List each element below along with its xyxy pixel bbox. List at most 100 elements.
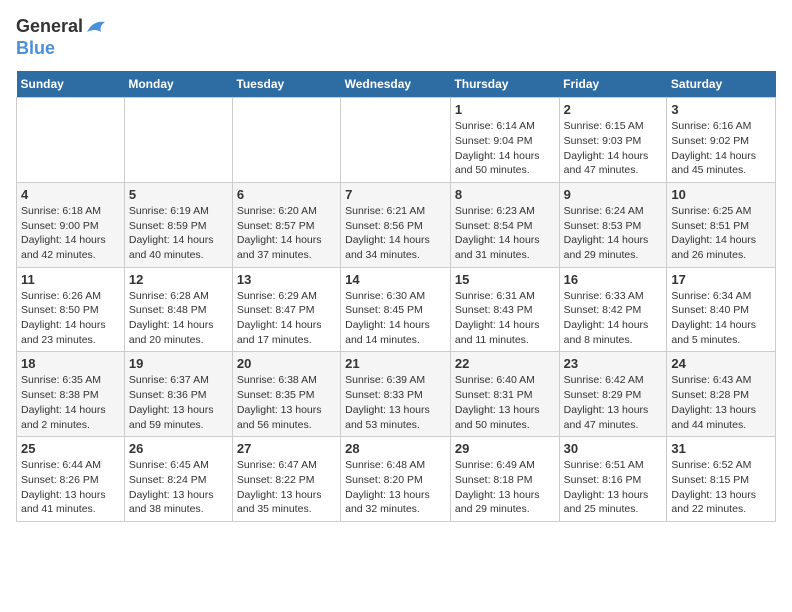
- day-cell-21: 21 Sunrise: 6:39 AMSunset: 8:33 PMDayligh…: [341, 352, 451, 437]
- day-info: Sunrise: 6:20 AMSunset: 8:57 PMDaylight:…: [237, 204, 336, 263]
- day-cell-20: 20 Sunrise: 6:38 AMSunset: 8:35 PMDayligh…: [232, 352, 340, 437]
- day-number: 24: [671, 356, 771, 371]
- day-cell-1: 1 Sunrise: 6:14 AMSunset: 9:04 PMDaylight…: [450, 98, 559, 183]
- day-info: Sunrise: 6:44 AMSunset: 8:26 PMDaylight:…: [21, 458, 120, 517]
- day-number: 29: [455, 441, 555, 456]
- weekday-header-tuesday: Tuesday: [232, 71, 340, 98]
- day-number: 30: [564, 441, 663, 456]
- day-info: Sunrise: 6:39 AMSunset: 8:33 PMDaylight:…: [345, 373, 446, 432]
- day-cell-16: 16 Sunrise: 6:33 AMSunset: 8:42 PMDayligh…: [559, 267, 667, 352]
- day-number: 13: [237, 272, 336, 287]
- week-row-3: 11 Sunrise: 6:26 AMSunset: 8:50 PMDayligh…: [17, 267, 776, 352]
- day-cell-12: 12 Sunrise: 6:28 AMSunset: 8:48 PMDayligh…: [124, 267, 232, 352]
- day-info: Sunrise: 6:49 AMSunset: 8:18 PMDaylight:…: [455, 458, 555, 517]
- day-number: 4: [21, 187, 120, 202]
- day-number: 31: [671, 441, 771, 456]
- day-number: 6: [237, 187, 336, 202]
- day-cell-15: 15Sunrise: 6:31 AMSunset: 8:43 PMDayligh…: [450, 267, 559, 352]
- day-number: 3: [671, 102, 771, 117]
- day-info: Sunrise: 6:38 AMSunset: 8:35 PMDaylight:…: [237, 373, 336, 432]
- day-info: Sunrise: 6:14 AMSunset: 9:04 PMDaylight:…: [455, 119, 555, 178]
- day-number: 19: [129, 356, 228, 371]
- day-cell-31: 31 Sunrise: 6:52 AMSunset: 8:15 PMDayligh…: [667, 437, 776, 522]
- day-number: 11: [21, 272, 120, 287]
- day-info: Sunrise: 6:16 AMSunset: 9:02 PMDaylight:…: [671, 119, 771, 178]
- day-info: Sunrise: 6:34 AMSunset: 8:40 PMDaylight:…: [671, 289, 771, 348]
- day-info: Sunrise: 6:26 AMSunset: 8:50 PMDaylight:…: [21, 289, 120, 348]
- logo-blue: Blue: [16, 38, 107, 60]
- empty-cell: [17, 98, 125, 183]
- logo: General Blue: [16, 16, 107, 59]
- day-info: Sunrise: 6:29 AMSunset: 8:47 PMDaylight:…: [237, 289, 336, 348]
- day-number: 5: [129, 187, 228, 202]
- day-number: 20: [237, 356, 336, 371]
- day-cell-3: 3 Sunrise: 6:16 AMSunset: 9:02 PMDaylight…: [667, 98, 776, 183]
- day-info: Sunrise: 6:47 AMSunset: 8:22 PMDaylight:…: [237, 458, 336, 517]
- day-cell-19: 19 Sunrise: 6:37 AMSunset: 8:36 PMDayligh…: [124, 352, 232, 437]
- day-cell-10: 10Sunrise: 6:25 AMSunset: 8:51 PMDayligh…: [667, 182, 776, 267]
- calendar-table: SundayMondayTuesdayWednesdayThursdayFrid…: [16, 71, 776, 522]
- day-cell-2: 2 Sunrise: 6:15 AMSunset: 9:03 PMDaylight…: [559, 98, 667, 183]
- logo-general: General: [16, 16, 83, 38]
- weekday-header-sunday: Sunday: [17, 71, 125, 98]
- day-cell-17: 17 Sunrise: 6:34 AMSunset: 8:40 PMDayligh…: [667, 267, 776, 352]
- day-number: 8: [455, 187, 555, 202]
- day-cell-6: 6 Sunrise: 6:20 AMSunset: 8:57 PMDaylight…: [232, 182, 340, 267]
- day-number: 10: [671, 187, 771, 202]
- day-info: Sunrise: 6:37 AMSunset: 8:36 PMDaylight:…: [129, 373, 228, 432]
- day-number: 2: [564, 102, 663, 117]
- day-info: Sunrise: 6:21 AMSunset: 8:56 PMDaylight:…: [345, 204, 446, 263]
- week-row-2: 4 Sunrise: 6:18 AMSunset: 9:00 PMDaylight…: [17, 182, 776, 267]
- day-info: Sunrise: 6:19 AMSunset: 8:59 PMDaylight:…: [129, 204, 228, 263]
- day-info: Sunrise: 6:52 AMSunset: 8:15 PMDaylight:…: [671, 458, 771, 517]
- day-number: 22: [455, 356, 555, 371]
- weekday-header-monday: Monday: [124, 71, 232, 98]
- weekday-header-thursday: Thursday: [450, 71, 559, 98]
- day-number: 28: [345, 441, 446, 456]
- weekday-header-saturday: Saturday: [667, 71, 776, 98]
- day-number: 12: [129, 272, 228, 287]
- day-info: Sunrise: 6:40 AMSunset: 8:31 PMDaylight:…: [455, 373, 555, 432]
- day-info: Sunrise: 6:18 AMSunset: 9:00 PMDaylight:…: [21, 204, 120, 263]
- day-cell-29: 29 Sunrise: 6:49 AMSunset: 8:18 PMDayligh…: [450, 437, 559, 522]
- day-cell-14: 14 Sunrise: 6:30 AMSunset: 8:45 PMDayligh…: [341, 267, 451, 352]
- empty-cell: [124, 98, 232, 183]
- day-info: Sunrise: 6:51 AMSunset: 8:16 PMDaylight:…: [564, 458, 663, 517]
- day-cell-23: 23 Sunrise: 6:42 AMSunset: 8:29 PMDayligh…: [559, 352, 667, 437]
- day-number: 17: [671, 272, 771, 287]
- day-info: Sunrise: 6:31 AMSunset: 8:43 PMDaylight:…: [455, 289, 555, 348]
- day-number: 1: [455, 102, 555, 117]
- day-number: 23: [564, 356, 663, 371]
- day-info: Sunrise: 6:33 AMSunset: 8:42 PMDaylight:…: [564, 289, 663, 348]
- page-header: General Blue: [16, 16, 776, 59]
- day-cell-9: 9Sunrise: 6:24 AMSunset: 8:53 PMDaylight…: [559, 182, 667, 267]
- day-number: 9: [564, 187, 663, 202]
- week-row-1: 1 Sunrise: 6:14 AMSunset: 9:04 PMDaylight…: [17, 98, 776, 183]
- day-number: 27: [237, 441, 336, 456]
- day-number: 26: [129, 441, 228, 456]
- day-info: Sunrise: 6:28 AMSunset: 8:48 PMDaylight:…: [129, 289, 228, 348]
- logo-bird-icon: [85, 18, 107, 36]
- day-number: 18: [21, 356, 120, 371]
- day-number: 21: [345, 356, 446, 371]
- weekday-header-friday: Friday: [559, 71, 667, 98]
- day-info: Sunrise: 6:15 AMSunset: 9:03 PMDaylight:…: [564, 119, 663, 178]
- day-number: 7: [345, 187, 446, 202]
- day-info: Sunrise: 6:30 AMSunset: 8:45 PMDaylight:…: [345, 289, 446, 348]
- day-cell-5: 5 Sunrise: 6:19 AMSunset: 8:59 PMDaylight…: [124, 182, 232, 267]
- day-number: 25: [21, 441, 120, 456]
- day-info: Sunrise: 6:45 AMSunset: 8:24 PMDaylight:…: [129, 458, 228, 517]
- day-cell-24: 24Sunrise: 6:43 AMSunset: 8:28 PMDayligh…: [667, 352, 776, 437]
- day-number: 16: [564, 272, 663, 287]
- day-cell-18: 18Sunrise: 6:35 AMSunset: 8:38 PMDayligh…: [17, 352, 125, 437]
- day-cell-8: 8Sunrise: 6:23 AMSunset: 8:54 PMDaylight…: [450, 182, 559, 267]
- day-number: 14: [345, 272, 446, 287]
- day-cell-22: 22 Sunrise: 6:40 AMSunset: 8:31 PMDayligh…: [450, 352, 559, 437]
- day-cell-27: 27 Sunrise: 6:47 AMSunset: 8:22 PMDayligh…: [232, 437, 340, 522]
- day-info: Sunrise: 6:42 AMSunset: 8:29 PMDaylight:…: [564, 373, 663, 432]
- weekday-header-wednesday: Wednesday: [341, 71, 451, 98]
- day-cell-13: 13 Sunrise: 6:29 AMSunset: 8:47 PMDayligh…: [232, 267, 340, 352]
- week-row-4: 18Sunrise: 6:35 AMSunset: 8:38 PMDayligh…: [17, 352, 776, 437]
- empty-cell: [232, 98, 340, 183]
- weekday-header-row: SundayMondayTuesdayWednesdayThursdayFrid…: [17, 71, 776, 98]
